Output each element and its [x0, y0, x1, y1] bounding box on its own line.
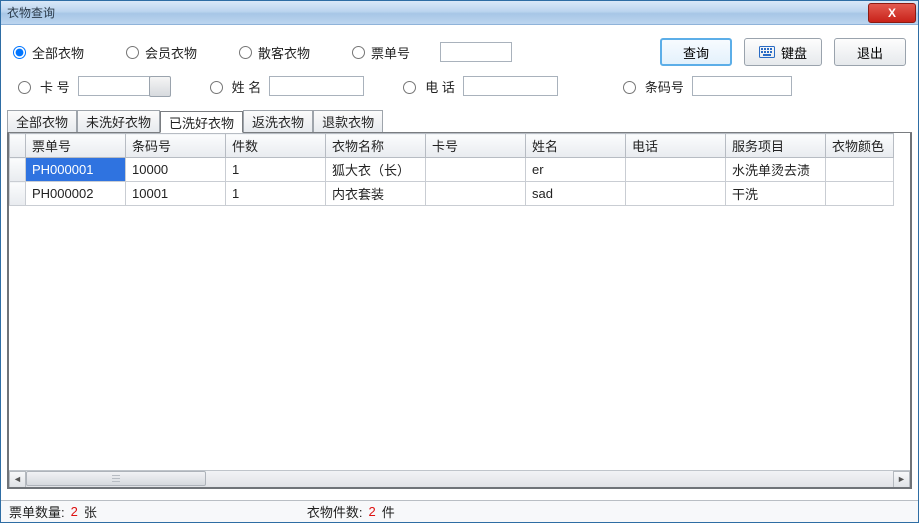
filter-row-1: 全部衣物 会员衣物 散客衣物 票单号 查询 — [13, 35, 906, 69]
col-8[interactable]: 衣物颜色 — [826, 134, 894, 158]
cell[interactable] — [426, 158, 526, 182]
radio-barcode-input[interactable] — [623, 81, 636, 94]
col-7[interactable]: 服务项目 — [726, 134, 826, 158]
tab-strip: 全部衣物未洗好衣物已洗好衣物返洗衣物退款衣物 — [7, 111, 912, 133]
ticket-count-unit: 张 — [84, 502, 97, 521]
tab-2[interactable]: 已洗好衣物 — [160, 111, 243, 133]
radio-ticket-input[interactable] — [352, 46, 365, 59]
scroll-right-button[interactable]: ► — [893, 471, 910, 488]
close-button[interactable]: X — [868, 3, 916, 23]
radio-member[interactable]: 会员衣物 — [126, 43, 197, 62]
cell[interactable]: 狐大衣（长） — [326, 158, 426, 182]
close-icon: X — [888, 6, 896, 20]
tab-0[interactable]: 全部衣物 — [7, 110, 77, 132]
name-label: 姓 名 — [232, 77, 262, 96]
cell[interactable]: PH000001 — [26, 158, 126, 182]
scroll-left-button[interactable]: ◄ — [9, 471, 26, 488]
radio-member-input[interactable] — [126, 46, 139, 59]
radio-ticket[interactable]: 票单号 — [352, 43, 410, 62]
table-row[interactable]: PH000002100011内衣套装 sad 干洗 — [10, 182, 894, 206]
keyboard-icon — [759, 46, 775, 58]
cell[interactable]: 1 — [226, 182, 326, 206]
scroll-thumb[interactable] — [26, 471, 206, 486]
name-group: 姓 名 — [205, 76, 365, 96]
card-label: 卡 号 — [40, 77, 70, 96]
phone-label: 电 话 — [425, 77, 455, 96]
radio-ticket-label: 票单号 — [371, 43, 410, 62]
cell[interactable] — [426, 182, 526, 206]
cell[interactable]: 内衣套装 — [326, 182, 426, 206]
barcode-input[interactable] — [692, 76, 792, 96]
row-header-col — [10, 134, 26, 158]
col-0[interactable]: 票单号 — [26, 134, 126, 158]
radio-guest[interactable]: 散客衣物 — [239, 43, 310, 62]
table-row[interactable]: PH000001100001狐大衣（长） er 水洗单烫去渍 — [10, 158, 894, 182]
status-bar: 票单数量: 2 张 衣物件数: 2 件 — [1, 500, 918, 522]
row-header — [10, 182, 26, 206]
exit-button[interactable]: 退出 — [834, 38, 906, 66]
radio-member-label: 会员衣物 — [145, 43, 197, 62]
status-item-count: 衣物件数: 2 件 — [307, 502, 395, 521]
radio-guest-input[interactable] — [239, 46, 252, 59]
card-input[interactable] — [78, 76, 150, 96]
filter-row-2: 卡 号 姓 名 电 话 条码号 — [13, 69, 906, 103]
cell[interactable]: 水洗单烫去渍 — [726, 158, 826, 182]
h-scrollbar[interactable]: ◄ ► — [9, 470, 910, 487]
keyboard-button[interactable]: 键盘 — [744, 38, 822, 66]
item-count-label: 衣物件数: — [307, 502, 363, 521]
cell[interactable]: er — [526, 158, 626, 182]
status-ticket-count: 票单数量: 2 张 — [9, 502, 97, 521]
cell[interactable]: 1 — [226, 158, 326, 182]
results-table: 票单号条码号件数衣物名称卡号姓名电话服务项目衣物颜色 PH00000110000… — [9, 133, 894, 206]
row-header — [10, 158, 26, 182]
radio-guest-label: 散客衣物 — [258, 43, 310, 62]
cell[interactable]: sad — [526, 182, 626, 206]
card-browse-button[interactable] — [149, 76, 171, 97]
table-wrap: 票单号条码号件数衣物名称卡号姓名电话服务项目衣物颜色 PH00000110000… — [7, 133, 912, 489]
col-6[interactable]: 电话 — [626, 134, 726, 158]
exit-button-label: 退出 — [857, 43, 883, 62]
ticket-input[interactable] — [440, 42, 512, 62]
col-4[interactable]: 卡号 — [426, 134, 526, 158]
ticket-count-label: 票单数量: — [9, 502, 65, 521]
radio-all-input[interactable] — [13, 46, 26, 59]
cell[interactable]: 干洗 — [726, 182, 826, 206]
tab-3[interactable]: 返洗衣物 — [243, 110, 313, 132]
filter-panel: 全部衣物 会员衣物 散客衣物 票单号 查询 — [1, 25, 918, 111]
barcode-group: 条码号 — [618, 76, 792, 96]
titlebar: 衣物查询 X — [1, 1, 918, 25]
radio-all-label: 全部衣物 — [32, 43, 84, 62]
keyboard-button-label: 键盘 — [781, 43, 807, 62]
col-3[interactable]: 衣物名称 — [326, 134, 426, 158]
col-1[interactable]: 条码号 — [126, 134, 226, 158]
phone-group: 电 话 — [398, 76, 558, 96]
cell[interactable] — [826, 158, 894, 182]
scroll-track[interactable] — [26, 471, 893, 488]
card-group: 卡 号 — [13, 76, 171, 97]
cell[interactable] — [626, 158, 726, 182]
phone-input[interactable] — [463, 76, 558, 96]
cell[interactable]: 10000 — [126, 158, 226, 182]
radio-phone-input[interactable] — [403, 81, 416, 94]
col-2[interactable]: 件数 — [226, 134, 326, 158]
radio-card-input[interactable] — [18, 81, 31, 94]
cell[interactable]: 10001 — [126, 182, 226, 206]
ticket-count-value: 2 — [71, 504, 78, 519]
barcode-label: 条码号 — [645, 77, 684, 96]
name-input[interactable] — [269, 76, 364, 96]
item-count-value: 2 — [369, 504, 376, 519]
radio-all[interactable]: 全部衣物 — [13, 43, 84, 62]
cell[interactable] — [626, 182, 726, 206]
cell[interactable]: PH000002 — [26, 182, 126, 206]
query-button-label: 查询 — [683, 43, 709, 62]
query-button[interactable]: 查询 — [660, 38, 732, 66]
radio-name-input[interactable] — [210, 81, 223, 94]
col-5[interactable]: 姓名 — [526, 134, 626, 158]
tab-4[interactable]: 退款衣物 — [313, 110, 383, 132]
tab-1[interactable]: 未洗好衣物 — [77, 110, 160, 132]
item-count-unit: 件 — [382, 502, 395, 521]
window-title: 衣物查询 — [7, 4, 55, 21]
cell[interactable] — [826, 182, 894, 206]
